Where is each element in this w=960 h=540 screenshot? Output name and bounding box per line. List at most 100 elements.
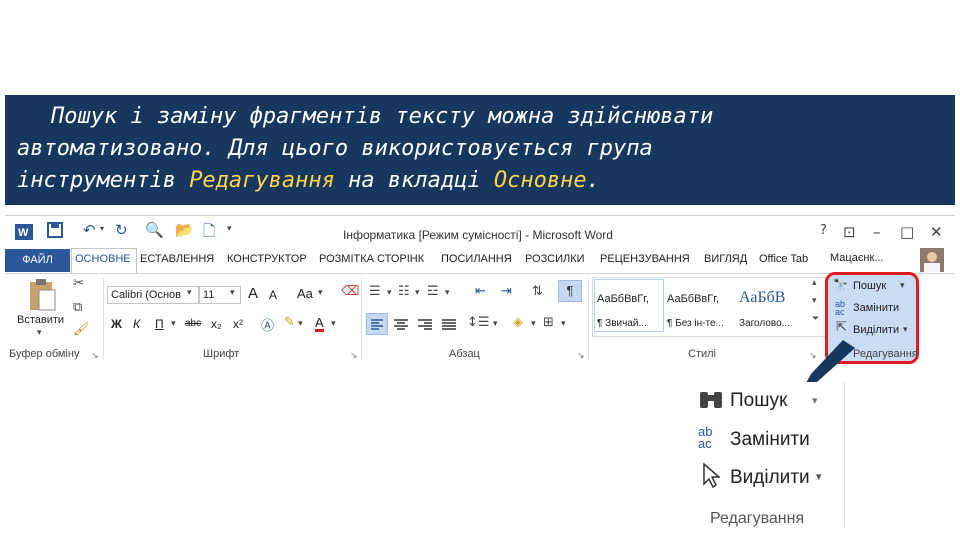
format-painter-icon[interactable]: 🖌 bbox=[73, 322, 90, 337]
undo-icon[interactable]: ↶ bbox=[83, 221, 96, 239]
justify-icon[interactable] bbox=[439, 314, 459, 339]
paste-button-label[interactable]: Вставити bbox=[17, 314, 64, 326]
select-cursor-icon[interactable]: ⇱ bbox=[836, 320, 847, 335]
paste-icon[interactable] bbox=[27, 278, 57, 317]
shading-dropdown-icon[interactable]: ▾ bbox=[531, 319, 536, 329]
find-dropdown-icon[interactable]: ▾ bbox=[900, 281, 905, 291]
tab-file[interactable]: ФАЙЛ bbox=[5, 249, 70, 272]
open-folder-icon[interactable]: 📂 bbox=[175, 221, 194, 239]
show-marks-button[interactable]: ¶ bbox=[558, 280, 582, 302]
decrease-indent-icon[interactable]: ⇤ bbox=[475, 284, 486, 299]
tab-design[interactable]: КОНСТРУКТОР bbox=[227, 253, 307, 265]
align-center-icon[interactable] bbox=[391, 314, 411, 339]
numbering-icon[interactable]: ☷ bbox=[398, 284, 410, 299]
zoom-find-dropdown-icon[interactable]: ▾ bbox=[812, 394, 818, 407]
help-button[interactable]: ? bbox=[820, 223, 827, 238]
clipboard-launcher-icon[interactable]: ↘ bbox=[91, 350, 99, 361]
tab-home[interactable]: ОСНОВНЕ bbox=[75, 253, 131, 265]
bold-button[interactable]: Ж bbox=[111, 317, 122, 331]
font-color-dropdown-icon[interactable]: ▾ bbox=[331, 319, 336, 329]
bullets-dropdown-icon[interactable]: ▾ bbox=[387, 288, 392, 298]
shading-icon[interactable]: ◈ bbox=[513, 315, 523, 330]
grow-font-button[interactable]: A bbox=[248, 285, 258, 302]
style-heading-sample[interactable]: АаБбВ bbox=[739, 289, 785, 307]
tab-view[interactable]: ВИГЛЯД bbox=[704, 253, 747, 265]
find-button[interactable]: Пошук bbox=[853, 280, 886, 292]
font-name-dropdown-icon[interactable]: ▾ bbox=[187, 288, 192, 298]
ribbon-display-icon[interactable]: ⊡ bbox=[843, 223, 856, 241]
tab-layout[interactable]: РОЗМІТКА СТОРІНК bbox=[319, 253, 424, 265]
styles-scroll-up-icon[interactable]: ▴ bbox=[812, 278, 817, 288]
strikethrough-button[interactable]: abc bbox=[185, 318, 201, 329]
line-spacing-dropdown-icon[interactable]: ▾ bbox=[493, 319, 498, 329]
style-no-spacing-name[interactable]: ¶ Без ін-те... bbox=[667, 318, 724, 329]
underline-button[interactable]: П bbox=[155, 317, 164, 331]
multilevel-dropdown-icon[interactable]: ▾ bbox=[445, 288, 450, 298]
subscript-button[interactable]: x₂ bbox=[211, 317, 222, 331]
print-preview-icon[interactable]: 🔍 bbox=[145, 221, 164, 239]
bullets-icon[interactable]: ☰ bbox=[369, 284, 381, 299]
paste-dropdown-icon[interactable]: ▾ bbox=[37, 328, 42, 338]
save-icon[interactable] bbox=[47, 222, 63, 242]
highlight-color-icon[interactable]: ✎ bbox=[284, 315, 295, 330]
styles-more-icon[interactable]: ⏷ bbox=[812, 314, 819, 324]
multilevel-list-icon[interactable]: ☲ bbox=[427, 284, 439, 299]
zoom-select-button[interactable]: Виділити bbox=[730, 467, 810, 489]
change-case-button[interactable]: Aa bbox=[297, 286, 313, 301]
font-color-icon[interactable]: A bbox=[315, 316, 324, 332]
line-spacing-icon[interactable]: ↕☰ bbox=[467, 315, 490, 330]
change-case-dropdown-icon[interactable]: ▾ bbox=[318, 288, 323, 298]
new-document-icon[interactable]: 🗋 bbox=[203, 221, 215, 246]
highlight-dropdown-icon[interactable]: ▾ bbox=[298, 319, 303, 329]
style-normal-sample[interactable]: АаБбВвГг, bbox=[597, 293, 649, 305]
zoom-find-button[interactable]: Пошук bbox=[730, 390, 787, 412]
superscript-button[interactable]: x² bbox=[233, 317, 243, 331]
close-button[interactable]: ✕ bbox=[930, 223, 943, 241]
tab-mailings[interactable]: РОЗСИЛКИ bbox=[525, 253, 585, 265]
select-dropdown-icon[interactable]: ▾ bbox=[903, 325, 908, 335]
select-button[interactable]: Виділити bbox=[853, 324, 899, 336]
tab-insert[interactable]: ЕСТАВЛЕННЯ bbox=[140, 253, 214, 265]
text-effects-icon[interactable]: Ⓐ bbox=[261, 315, 274, 334]
replace-button[interactable]: Замінити bbox=[853, 302, 899, 314]
clear-formatting-icon[interactable]: ⌫ bbox=[341, 284, 359, 299]
copy-icon[interactable]: ⧉ bbox=[73, 300, 82, 315]
paragraph-launcher-icon[interactable]: ↘ bbox=[577, 350, 585, 361]
zoom-replace-icon[interactable]: ab ac bbox=[698, 425, 712, 450]
font-name-combo[interactable]: Calibri (Основ bbox=[107, 286, 199, 304]
align-left-button[interactable] bbox=[366, 313, 388, 335]
increase-indent-icon[interactable]: ⇥ bbox=[501, 284, 512, 299]
user-name[interactable]: Мацаєнк... bbox=[830, 252, 884, 264]
avatar[interactable] bbox=[920, 248, 944, 272]
zoom-binoculars-icon[interactable] bbox=[698, 388, 724, 417]
numbering-dropdown-icon[interactable]: ▾ bbox=[415, 288, 420, 298]
borders-dropdown-icon[interactable]: ▾ bbox=[561, 319, 566, 329]
zoom-select-dropdown-icon[interactable]: ▾ bbox=[816, 470, 822, 483]
tab-review[interactable]: РЕЦЕНЗУВАННЯ bbox=[600, 253, 690, 265]
redo-icon[interactable]: ↻ bbox=[115, 221, 128, 239]
zoom-replace-button[interactable]: Замінити bbox=[730, 429, 810, 451]
replace-icon[interactable]: ab ac bbox=[835, 300, 845, 317]
undo-dropdown-icon[interactable]: ▾ bbox=[100, 224, 104, 233]
minimize-button[interactable]: – bbox=[873, 223, 881, 241]
editing-zoom-panel: Пошук ▾ ab ac Замінити Виділити ▾ Редагув… bbox=[688, 382, 845, 527]
maximize-button[interactable]: □ bbox=[900, 223, 914, 241]
style-heading-name[interactable]: Заголово... bbox=[739, 318, 790, 329]
style-normal-name[interactable]: ¶ Звичай... bbox=[597, 318, 647, 329]
align-right-icon[interactable] bbox=[415, 314, 435, 339]
cut-icon[interactable]: ✂ bbox=[73, 276, 84, 291]
italic-button[interactable]: К bbox=[133, 317, 140, 331]
tab-office-tab[interactable]: Office Tab bbox=[759, 253, 808, 265]
font-launcher-icon[interactable]: ↘ bbox=[350, 350, 358, 361]
customize-toolbar-icon[interactable]: ▾ bbox=[227, 224, 232, 234]
tab-references[interactable]: ПОСИЛАННЯ bbox=[441, 253, 512, 265]
styles-scroll-down-icon[interactable]: ▾ bbox=[812, 296, 817, 306]
borders-icon[interactable]: ⊞ bbox=[543, 315, 554, 330]
zoom-select-cursor-icon[interactable] bbox=[702, 462, 722, 493]
style-no-spacing-sample[interactable]: АаБбВвГг, bbox=[667, 293, 719, 305]
font-size-dropdown-icon[interactable]: ▾ bbox=[230, 288, 235, 298]
sort-icon[interactable]: ⇅ bbox=[532, 284, 543, 299]
shrink-font-button[interactable]: A bbox=[269, 288, 277, 302]
binoculars-icon[interactable]: 🔭 bbox=[833, 278, 848, 292]
underline-dropdown-icon[interactable]: ▾ bbox=[171, 319, 176, 329]
